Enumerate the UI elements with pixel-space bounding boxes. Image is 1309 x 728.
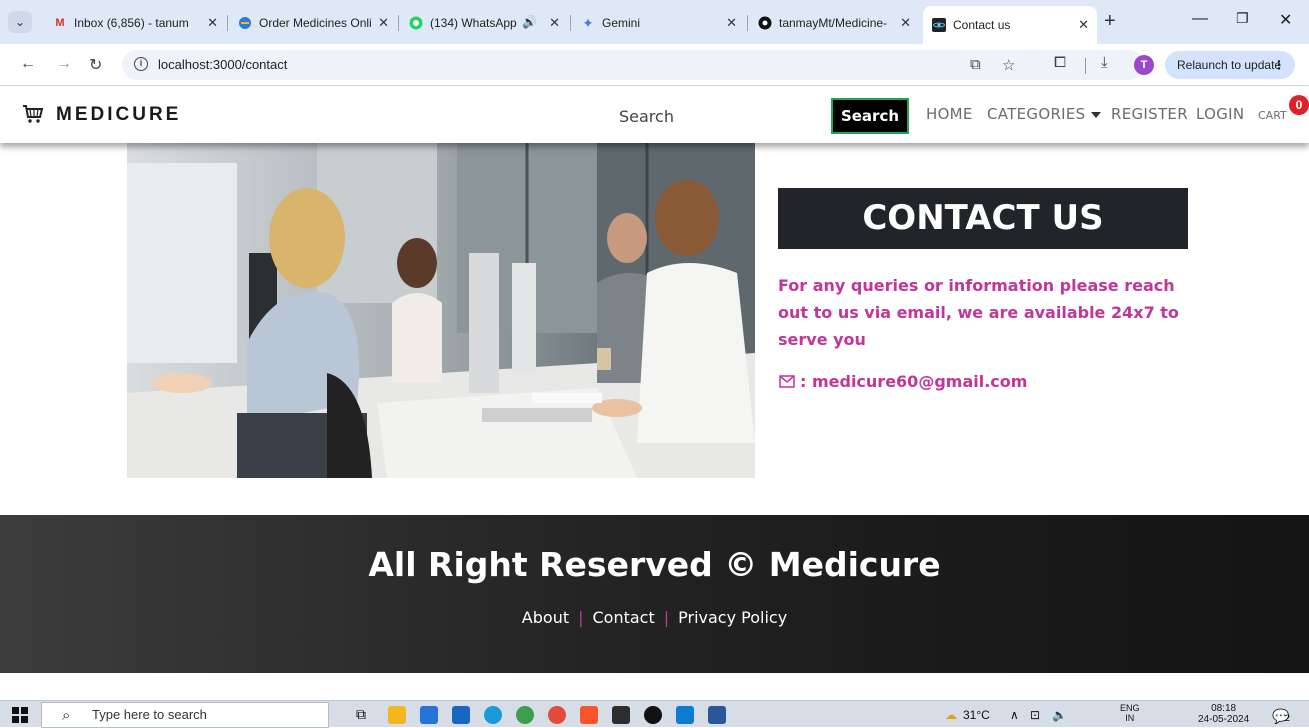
windows-taskbar: ⌕ Type here to search ⧉ ☁ 31°C ∧ ⊡ 🔈 ENG… <box>0 700 1309 728</box>
terminal-icon[interactable] <box>612 706 630 724</box>
profile-avatar[interactable]: T <box>1134 55 1154 75</box>
task-view-icon[interactable]: ⧉ <box>356 706 374 724</box>
footer-link-about[interactable]: About <box>522 608 569 627</box>
contact-hero-image <box>127 143 755 478</box>
brave-icon[interactable] <box>580 706 598 724</box>
address-bar[interactable]: i localhost:3000/contact ⧉ ☆ <box>122 50 1144 80</box>
footer-link-privacy-policy[interactable]: Privacy Policy <box>678 608 787 627</box>
site-footer: All Right Reserved © Medicure About | Cont… <box>0 515 1309 673</box>
close-window-icon[interactable]: ✕ <box>1279 10 1292 30</box>
clock[interactable]: 08:18 24-05-2024 <box>1198 703 1249 725</box>
taskbar-search[interactable]: ⌕ Type here to search <box>41 702 329 728</box>
search-input[interactable] <box>609 99 825 133</box>
vscode-icon[interactable] <box>676 706 694 724</box>
windows-start-icon[interactable] <box>12 707 28 723</box>
search-icon: ⌕ <box>62 707 71 724</box>
contact-description: For any queries or information please re… <box>778 276 1179 349</box>
tab-order-medicines[interactable]: Order Medicines Onli ✕ <box>229 8 397 38</box>
footer-separator: | <box>663 608 670 627</box>
browser-tab-strip: ⌄ M Inbox (6,856) - tanum ✕ Order Medici… <box>0 0 1309 44</box>
brand-logo[interactable]: MEDICURE <box>56 104 181 126</box>
whatsapp-icon <box>408 15 424 31</box>
nav-cart[interactable]: CART <box>1258 109 1287 122</box>
close-icon[interactable]: ✕ <box>1078 17 1089 33</box>
close-icon[interactable]: ✕ <box>726 15 737 31</box>
gemini-icon: ✦ <box>582 14 594 31</box>
cart-count-badge: 0 <box>1289 95 1309 115</box>
download-icon[interactable]: ⤓ <box>1101 54 1108 71</box>
shopping-cart-icon <box>23 105 44 123</box>
minimize-icon[interactable]: — <box>1192 10 1208 28</box>
more-menu-icon[interactable]: ⋮ <box>1273 51 1285 79</box>
call-center-photo <box>127 143 755 478</box>
tab-divider <box>570 15 571 31</box>
extensions-puzzle-icon[interactable]: ⧠ <box>1054 54 1066 71</box>
tab-gemini[interactable]: ✦ Gemini ✕ <box>572 8 745 38</box>
contact-heading: CONTACT US <box>778 188 1188 249</box>
tray-chevron-icon[interactable]: ∧ <box>1010 708 1019 722</box>
chrome-icon[interactable] <box>548 706 566 724</box>
close-icon[interactable]: ✕ <box>207 15 218 31</box>
store-icon[interactable] <box>420 706 438 724</box>
close-icon[interactable]: ✕ <box>549 15 560 31</box>
mail-app-icon[interactable] <box>452 706 470 724</box>
footer-link-contact[interactable]: Contact <box>593 608 655 627</box>
close-icon[interactable]: ✕ <box>378 15 389 31</box>
github-icon <box>757 15 773 31</box>
site-navbar: MEDICURE Search HOME CATEGORIES REGISTER… <box>0 87 1309 143</box>
github-desktop-icon[interactable] <box>644 706 662 724</box>
browser-toolbar: ← → ↻ i localhost:3000/contact ⧉ ☆ ⧠ ⤓ T… <box>0 44 1309 86</box>
nav-categories[interactable]: CATEGORIES <box>987 105 1101 123</box>
weather-icon[interactable]: ☁ <box>945 708 957 722</box>
network-icon[interactable]: ⊡ <box>1030 708 1040 722</box>
nav-register[interactable]: REGISTER <box>1111 105 1188 123</box>
volume-icon[interactable]: 🔈 <box>1052 708 1067 722</box>
tab-search-button[interactable]: ⌄ <box>8 11 32 33</box>
bookmark-star-icon[interactable]: ☆ <box>1002 56 1015 74</box>
edge-icon[interactable] <box>484 706 502 724</box>
reload-icon[interactable]: ↻ <box>89 55 102 75</box>
tab-github[interactable]: tanmayMt/Medicine- ✕ <box>749 8 919 38</box>
back-arrow-icon[interactable]: ← <box>20 55 36 73</box>
language-indicator[interactable]: ENG IN <box>1120 703 1140 723</box>
close-icon[interactable]: ✕ <box>900 15 911 31</box>
search-button[interactable]: Search <box>831 98 909 134</box>
tab-gmail[interactable]: M Inbox (6,856) - tanum ✕ <box>44 8 226 38</box>
nav-login[interactable]: LOGIN <box>1196 105 1244 123</box>
new-tab-button[interactable]: + <box>1104 11 1116 31</box>
footer-separator: | <box>578 608 584 627</box>
gmail-icon: M <box>55 17 65 29</box>
forward-arrow-icon[interactable]: → <box>56 55 72 73</box>
mail-icon <box>779 375 795 388</box>
url-text[interactable]: localhost:3000/contact <box>158 57 287 72</box>
audio-playing-icon[interactable]: 🔊 <box>522 15 537 29</box>
nav-home[interactable]: HOME <box>926 105 973 123</box>
restore-icon[interactable]: ❐ <box>1236 10 1249 27</box>
contact-email[interactable]: : medicure60@gmail.com <box>779 372 1027 391</box>
site-info-icon[interactable]: i <box>134 57 148 71</box>
tab-contact-us[interactable]: Contact us ✕ <box>923 6 1097 44</box>
medicine-site-icon <box>237 15 253 31</box>
file-explorer-icon[interactable] <box>388 706 406 724</box>
utorrent-icon[interactable] <box>516 706 534 724</box>
tab-divider <box>227 15 228 31</box>
relaunch-to-update-button[interactable]: Relaunch to update ⋮ <box>1165 51 1295 79</box>
notification-count: 2 <box>1285 713 1291 723</box>
tab-divider <box>398 15 399 31</box>
tab-divider <box>747 15 748 31</box>
react-icon <box>931 17 947 33</box>
footer-copyright: All Right Reserved © Medicure <box>368 545 941 584</box>
footer-links: About | Contact | Privacy Policy <box>0 608 1309 627</box>
weather-temp[interactable]: 31°C <box>963 708 990 722</box>
caret-down-icon <box>1090 111 1101 118</box>
tab-whatsapp[interactable]: (134) WhatsApp 🔊 ✕ <box>400 8 568 38</box>
word-icon[interactable] <box>708 706 726 724</box>
toolbar-divider <box>1085 58 1086 74</box>
install-app-icon[interactable]: ⧉ <box>970 56 981 73</box>
